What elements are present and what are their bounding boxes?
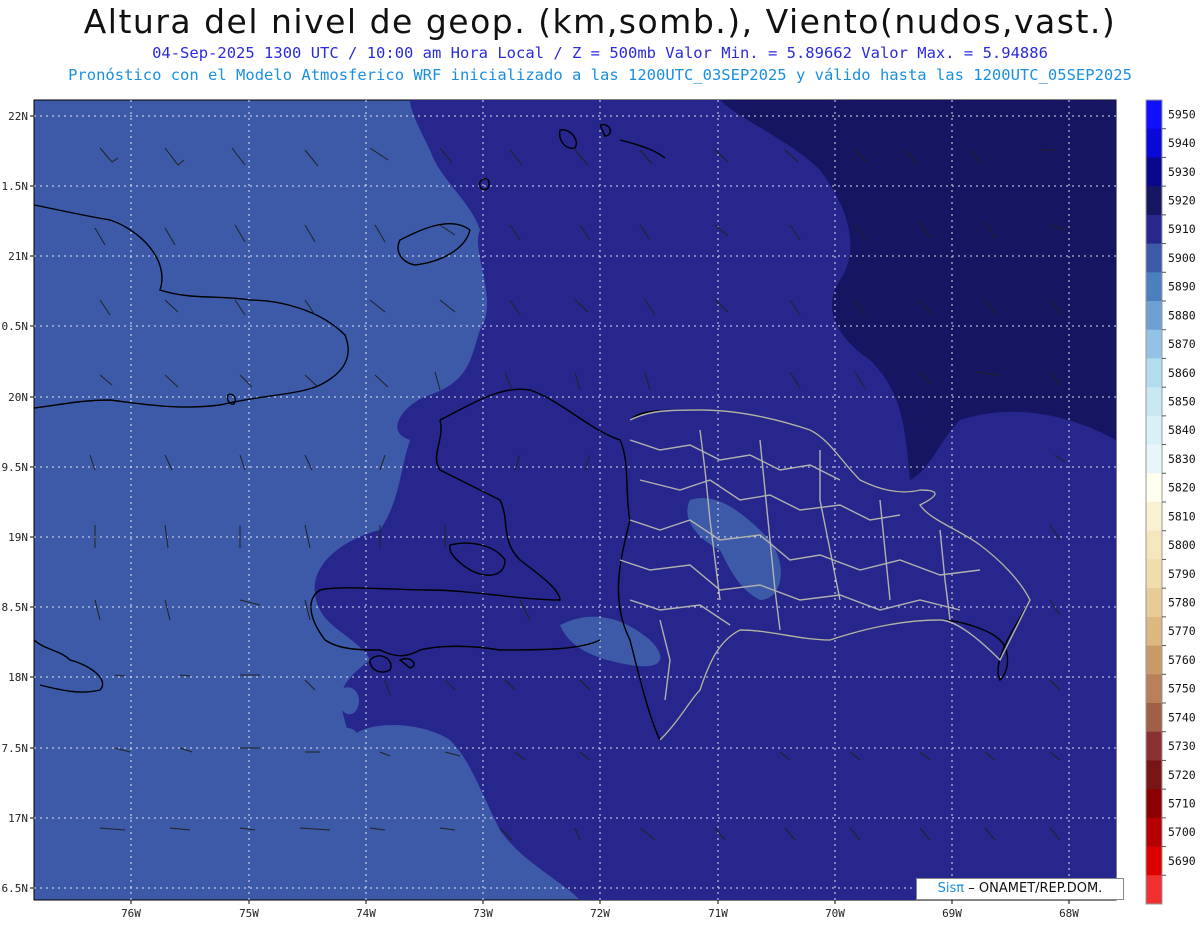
colorbar-label: 5940 [1168, 136, 1196, 150]
colorbar-swatch [1146, 875, 1162, 905]
colorbar-label: 5880 [1168, 308, 1196, 322]
colorbar-swatch [1146, 760, 1162, 790]
colorbar-label: 5720 [1168, 768, 1196, 782]
latitude-labels: 22N 1.5N 21N 0.5N 20N 9.5N 19N 8.5N 18N … [2, 110, 29, 895]
colorbar-swatch [1146, 214, 1162, 244]
colorbar-swatch [1146, 731, 1162, 761]
colorbar-swatch [1146, 645, 1162, 675]
colorbar-label: 5800 [1168, 538, 1196, 552]
colorbar-label: 5900 [1168, 251, 1196, 265]
colorbar-label: 5700 [1168, 825, 1196, 839]
colorbar-swatch [1146, 329, 1162, 359]
longitude-labels: 76W 75W 74W 73W 72W 71W 70W 69W 68W [121, 907, 1079, 920]
colorbar-swatch [1146, 272, 1162, 302]
credit-sis: Sisπ [937, 881, 965, 896]
colorbar-label: 5860 [1168, 366, 1196, 380]
colorbar-label: 5690 [1168, 854, 1196, 868]
lon-label: 74W [356, 907, 376, 920]
lon-label: 73W [473, 907, 493, 920]
colorbar-label: 5740 [1168, 710, 1196, 724]
colorbar-label: 5830 [1168, 452, 1196, 466]
lon-label: 76W [121, 907, 141, 920]
colorbar-swatch [1146, 100, 1162, 130]
lon-label: 75W [239, 907, 259, 920]
colorbar-label: 5840 [1168, 423, 1196, 437]
colorbar-swatch [1146, 186, 1162, 216]
lat-label: 0.5N [2, 320, 29, 333]
lat-label: 22N [8, 110, 28, 123]
lat-label: 1.5N [2, 180, 29, 193]
lon-label: 71W [708, 907, 728, 920]
credit-org: – ONAMET/REP.DOM. [968, 881, 1103, 896]
colorbar-swatch [1146, 674, 1162, 704]
colorbar-swatch [1146, 301, 1162, 331]
colorbar-swatch [1146, 387, 1162, 417]
colorbar-swatch [1146, 502, 1162, 532]
colorbar-label: 5760 [1168, 653, 1196, 667]
lat-label: 8.5N [2, 601, 29, 614]
colorbar-swatch [1146, 444, 1162, 474]
lat-label: 19N [8, 531, 28, 544]
lat-label: 17N [8, 812, 28, 825]
lon-label: 69W [942, 907, 962, 920]
colorbar-label: 5950 [1168, 107, 1196, 121]
colorbar-label: 5810 [1168, 509, 1196, 523]
colorbar-label: 5910 [1168, 222, 1196, 236]
colorbar-label: 5750 [1168, 682, 1196, 696]
lat-label: 21N [8, 250, 28, 263]
lon-label: 72W [590, 907, 610, 920]
colorbar-swatch [1146, 846, 1162, 876]
lat-label: 6.5N [2, 882, 29, 895]
colorbar-swatch [1146, 358, 1162, 388]
colorbar-label: 5730 [1168, 739, 1196, 753]
colorbar-swatch [1146, 243, 1162, 273]
colorbar-label: 5790 [1168, 567, 1196, 581]
colorbar-label: 5930 [1168, 165, 1196, 179]
colorbar-label: 5890 [1168, 280, 1196, 294]
lat-label: 9.5N [2, 461, 29, 474]
colorbar-swatch [1146, 616, 1162, 646]
lon-label: 70W [825, 907, 845, 920]
colorbar-swatch [1146, 128, 1162, 158]
colorbar-label: 5780 [1168, 596, 1196, 610]
colorbar-swatch [1146, 157, 1162, 187]
colorbar-swatch [1146, 703, 1162, 733]
colorbar-swatch [1146, 789, 1162, 819]
colorbar: 5950 5940 5930 5920 5910 5900 5890 5880 5870 5860… [1145, 99, 1196, 905]
colorbar-label: 5820 [1168, 481, 1196, 495]
colorbar-swatch [1146, 415, 1162, 445]
lat-label: 18N [8, 671, 28, 684]
credit-box: Sisπ – ONAMET/REP.DOM. [916, 878, 1124, 900]
colorbar-swatch [1146, 817, 1162, 847]
colorbar-swatch [1146, 473, 1162, 503]
colorbar-label: 5870 [1168, 337, 1196, 351]
colorbar-label: 5920 [1168, 194, 1196, 208]
colorbar-label: 5850 [1168, 395, 1196, 409]
lat-label: 7.5N [2, 742, 29, 755]
lat-label: 20N [8, 391, 28, 404]
colorbar-label: 5710 [1168, 797, 1196, 811]
map-canvas: 22N 1.5N 21N 0.5N 20N 9.5N 19N 8.5N 18N … [2, 99, 1196, 920]
colorbar-swatch [1146, 530, 1162, 560]
colorbar-label: 5770 [1168, 624, 1196, 638]
colorbar-swatch [1146, 559, 1162, 589]
colorbar-swatch [1146, 588, 1162, 618]
lon-label: 68W [1059, 907, 1079, 920]
